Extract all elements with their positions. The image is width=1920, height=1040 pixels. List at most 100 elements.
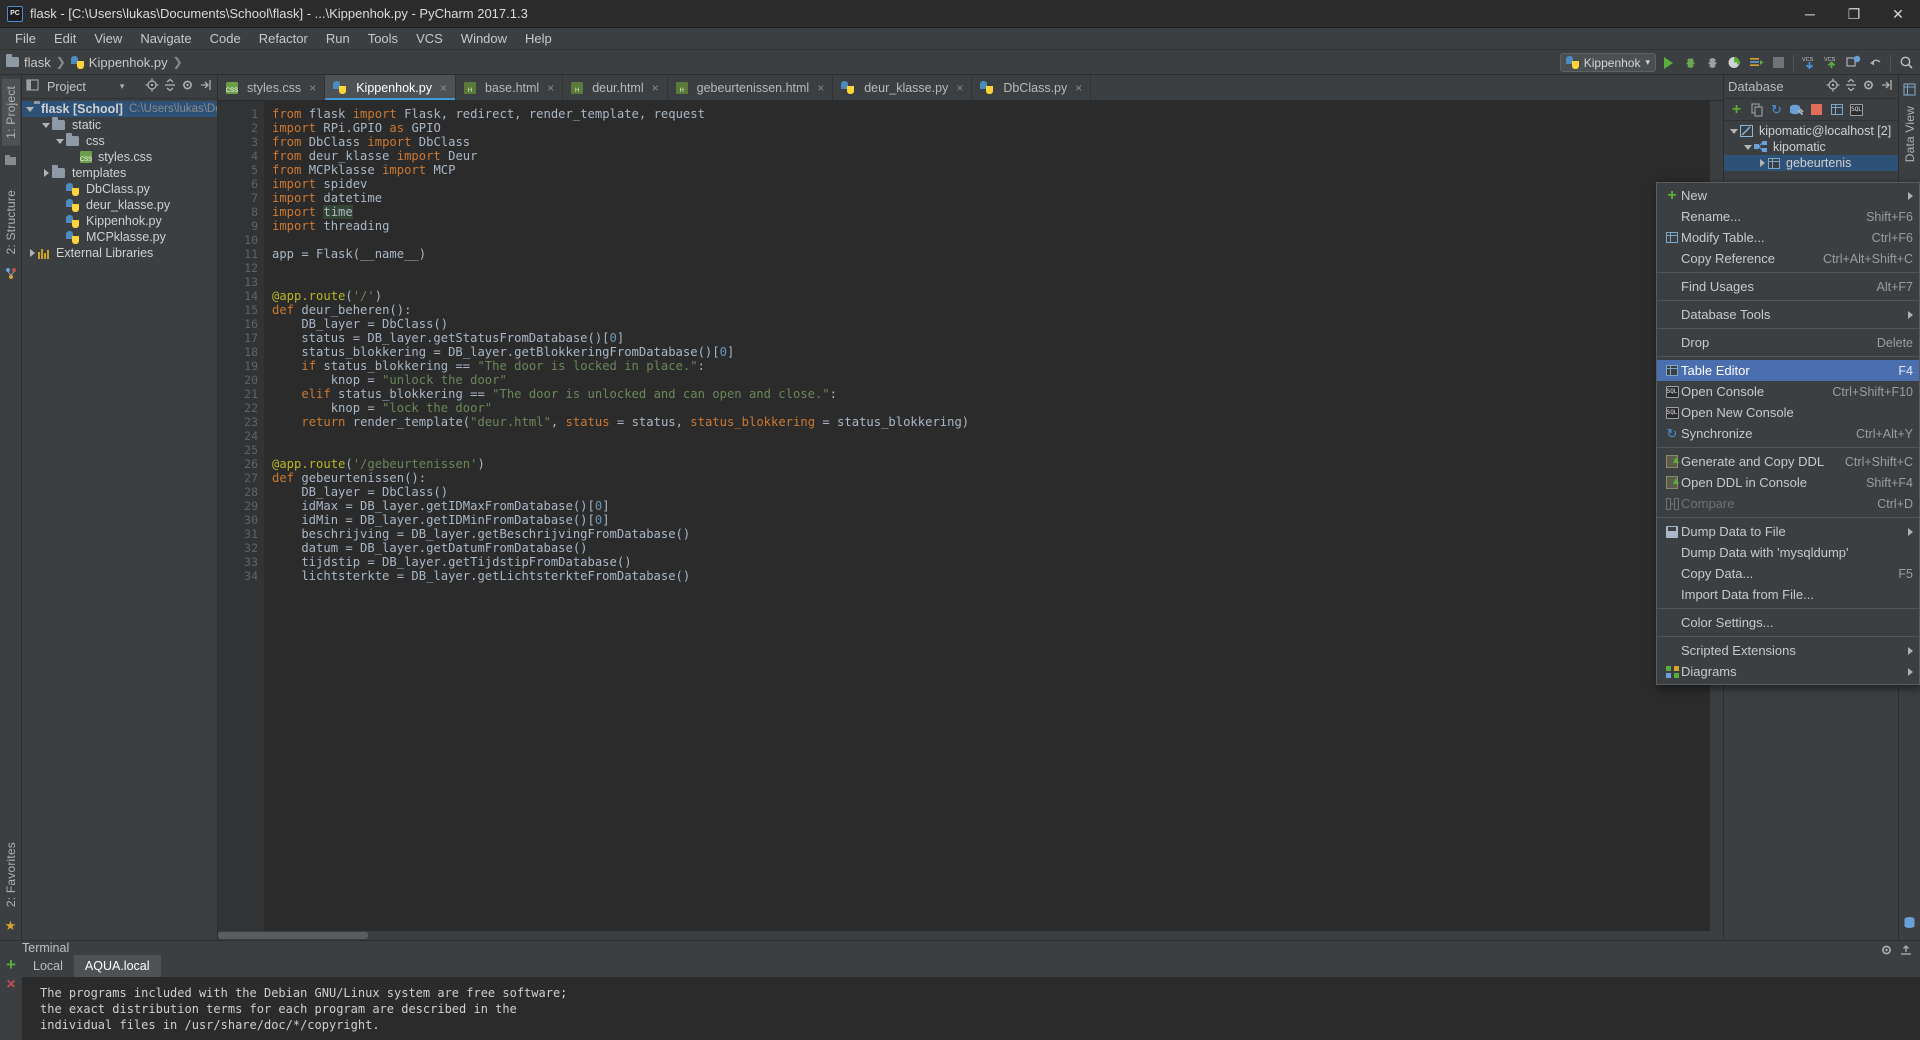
add-data-source-icon[interactable]: + [1728, 101, 1745, 118]
duplicate-icon[interactable] [1748, 101, 1765, 118]
code-line[interactable]: def gebeurtenissen(): [272, 471, 1709, 485]
code-line[interactable] [272, 443, 1709, 457]
db-tree-node-gebeurtenis[interactable]: gebeurtenis [1724, 155, 1898, 171]
menu-item-file[interactable]: File [6, 29, 45, 48]
context-menu-item-open-ddl-in-console[interactable]: Open DDL in ConsoleShift+F4 [1657, 472, 1919, 493]
context-menu-item-import-data-from-file[interactable]: Import Data from File... [1657, 584, 1919, 605]
code-line[interactable]: status = DB_layer.getStatusFromDatabase(… [272, 331, 1709, 345]
collapse-all-icon[interactable] [1844, 78, 1858, 95]
menu-item-window[interactable]: Window [452, 29, 516, 48]
code-line[interactable] [272, 429, 1709, 443]
settings-gear-icon[interactable] [1880, 943, 1894, 960]
settings-gear-icon[interactable] [181, 78, 195, 95]
code-line[interactable] [272, 275, 1709, 289]
code-line[interactable]: if status_blokkering == "The door is loc… [272, 359, 1709, 373]
context-menu-item-rename[interactable]: Rename...Shift+F6 [1657, 206, 1919, 227]
menu-item-tools[interactable]: Tools [359, 29, 407, 48]
editor-tab-base-html[interactable]: Hbase.html× [456, 75, 563, 100]
code-line[interactable]: from MCPklasse import MCP [272, 163, 1709, 177]
code-line[interactable]: knop = "lock the door" [272, 401, 1709, 415]
code-line[interactable]: idMin = DB_layer.getIDMinFromDatabase()[… [272, 513, 1709, 527]
editor-tab-kippenhok-py[interactable]: Kippenhok.py× [325, 75, 456, 100]
scrollbar-thumb[interactable] [218, 932, 368, 939]
run-configuration-selector[interactable]: Kippenhok ▾ [1560, 53, 1656, 72]
editor-tab-styles-css[interactable]: CSSstyles.css× [218, 75, 325, 100]
editor-viewport[interactable]: 1234567891011121314151617181920212223242… [218, 101, 1723, 931]
context-menu-item-open-console[interactable]: SQLOpen ConsoleCtrl+Shift+F10 [1657, 381, 1919, 402]
code-content[interactable]: from flask import Flask, redirect, rende… [264, 101, 1709, 931]
tree-node-styles-css[interactable]: CSSstyles.css [22, 149, 217, 165]
sidebar-item-structure[interactable]: 2: Structure [2, 183, 20, 261]
menu-item-help[interactable]: Help [516, 29, 561, 48]
context-menu-item-copy-reference[interactable]: Copy ReferenceCtrl+Alt+Shift+C [1657, 248, 1919, 269]
locate-icon[interactable] [1826, 78, 1840, 95]
code-line[interactable]: idMax = DB_layer.getIDMaxFromDatabase()[… [272, 499, 1709, 513]
tree-node-deur-klasse-py[interactable]: deur_klasse.py [22, 197, 217, 213]
context-menu-item-dump-data-to-file[interactable]: Dump Data to File [1657, 521, 1919, 542]
tree-node-external-libraries[interactable]: External Libraries [22, 245, 217, 261]
close-tab-icon[interactable]: × [440, 81, 447, 95]
editor-tab-dbclass-py[interactable]: DbClass.py× [972, 75, 1091, 100]
debug-icon[interactable] [1680, 53, 1700, 73]
context-menu-item-open-new-console[interactable]: SQLOpen New Console [1657, 402, 1919, 423]
expander-expand-icon[interactable] [40, 169, 52, 177]
expander-expand-icon[interactable] [1756, 159, 1768, 167]
context-menu-item-diagrams[interactable]: Diagrams [1657, 661, 1919, 682]
context-menu-item-dump-data-with-mysqldump[interactable]: Dump Data with 'mysqldump' [1657, 542, 1919, 563]
editor-tab-deur-html[interactable]: Hdeur.html× [563, 75, 667, 100]
code-line[interactable]: from DbClass import DbClass [272, 135, 1709, 149]
context-menu-item-database-tools[interactable]: Database Tools [1657, 304, 1919, 325]
menu-item-view[interactable]: View [85, 29, 131, 48]
context-menu-item-color-settings[interactable]: Color Settings... [1657, 612, 1919, 633]
project-tree[interactable]: flask [School]C:\Users\lukas\Documstatic… [22, 99, 217, 940]
collapse-all-icon[interactable] [163, 78, 177, 95]
settings-gear-icon[interactable] [1862, 78, 1876, 95]
menu-item-vcs[interactable]: VCS [407, 29, 452, 48]
code-line[interactable]: import RPi.GPIO as GPIO [272, 121, 1709, 135]
code-line[interactable]: DB_layer = DbClass() [272, 485, 1709, 499]
close-tab-icon[interactable]: × [547, 81, 554, 95]
terminal-tab-aqua-local[interactable]: AQUA.local [74, 955, 161, 977]
code-line[interactable]: app = Flask(__name__) [272, 247, 1709, 261]
minimize-button[interactable]: ─ [1788, 0, 1832, 28]
close-button[interactable]: ✕ [1876, 0, 1920, 28]
code-line[interactable]: def deur_beheren(): [272, 303, 1709, 317]
code-line[interactable]: return render_template("deur.html", stat… [272, 415, 1709, 429]
close-session-icon[interactable]: × [6, 979, 15, 991]
run-with-console-icon[interactable] [1746, 53, 1766, 73]
menu-item-navigate[interactable]: Navigate [131, 29, 200, 48]
context-menu-item-copy-data[interactable]: Copy Data...F5 [1657, 563, 1919, 584]
code-line[interactable]: beschrijving = DB_layer.getBeschrijvingF… [272, 527, 1709, 541]
breadcrumb-item-file[interactable]: Kippenhok.py [89, 55, 168, 70]
stop-icon[interactable] [1808, 101, 1825, 118]
code-line[interactable]: datum = DB_layer.getDatumFromDatabase() [272, 541, 1709, 555]
chevron-down-icon[interactable]: ▾ [120, 81, 125, 92]
expander-collapse-icon[interactable] [26, 107, 34, 112]
search-everywhere-icon[interactable] [1896, 53, 1916, 73]
expander-collapse-icon[interactable] [40, 123, 52, 128]
breadcrumb-item-project[interactable]: flask [24, 55, 51, 70]
new-session-icon[interactable]: + [6, 959, 16, 971]
hide-panel-icon[interactable] [1880, 78, 1894, 95]
sync-settings-icon[interactable] [1843, 53, 1863, 73]
tree-node-dbclass-py[interactable]: DbClass.py [22, 181, 217, 197]
vcs-commit-icon[interactable]: VCS [1821, 53, 1841, 73]
close-tab-icon[interactable]: × [652, 81, 659, 95]
code-line[interactable]: status_blokkering = DB_layer.getBlokkeri… [272, 345, 1709, 359]
menu-item-run[interactable]: Run [317, 29, 359, 48]
close-tab-icon[interactable]: × [817, 81, 824, 95]
close-tab-icon[interactable]: × [956, 81, 963, 95]
hide-panel-icon[interactable] [199, 78, 213, 95]
db-tree-node-kipomatic[interactable]: kipomatic [1724, 139, 1898, 155]
tree-node-mcpklasse-py[interactable]: MCPklasse.py [22, 229, 217, 245]
synchronize-icon[interactable]: ↻ [1768, 101, 1785, 118]
context-menu-item-table-editor[interactable]: Table EditorF4 [1657, 360, 1919, 381]
vcs-update-icon[interactable]: VCS [1799, 53, 1819, 73]
editor-tab-gebeurtenissen-html[interactable]: Hgebeurtenissen.html× [668, 75, 834, 100]
tree-node-css[interactable]: css [22, 133, 217, 149]
open-console-icon[interactable]: SQL [1848, 101, 1865, 118]
menu-item-edit[interactable]: Edit [45, 29, 85, 48]
expander-expand-icon[interactable] [26, 249, 38, 257]
profile-icon[interactable] [1724, 53, 1744, 73]
code-line[interactable]: @app.route('/') [272, 289, 1709, 303]
